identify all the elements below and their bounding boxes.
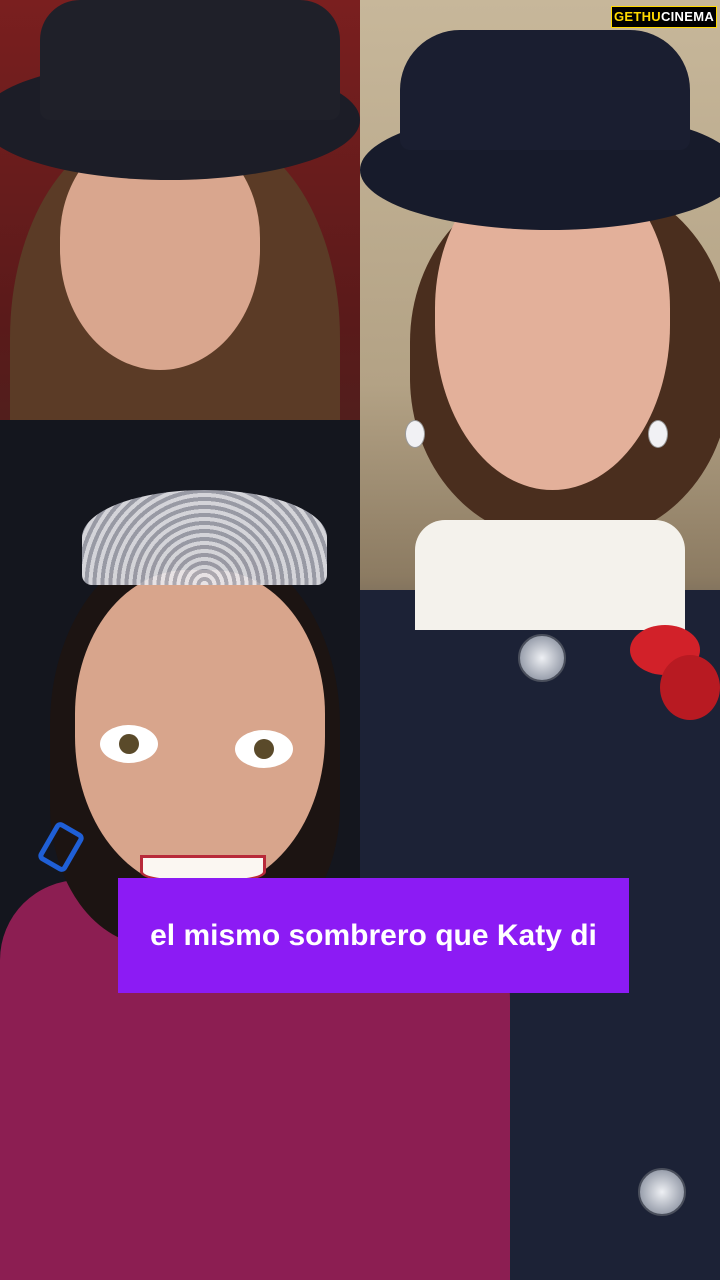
presenter-eye-right xyxy=(235,730,293,768)
presenter-eye-left xyxy=(100,725,158,763)
pearl-earring-right xyxy=(648,420,668,448)
coat-button-top xyxy=(518,634,566,682)
watermark-logo: GETHUCINEMA xyxy=(611,6,717,28)
right-hat-crown xyxy=(400,30,690,150)
coat-button-bottom xyxy=(638,1168,686,1216)
pearl-earring-left xyxy=(405,420,425,448)
right-collar xyxy=(415,520,685,630)
poppy-brooch-jeweled xyxy=(660,655,720,720)
caption-text: el mismo sombrero que Katy di xyxy=(150,918,597,952)
tiara xyxy=(82,490,327,585)
watermark-part1: GETHU xyxy=(613,9,661,24)
watermark-part2: CINEMA xyxy=(660,9,715,24)
left-hat-crown xyxy=(40,0,340,120)
caption-box: el mismo sombrero que Katy di xyxy=(118,878,629,993)
